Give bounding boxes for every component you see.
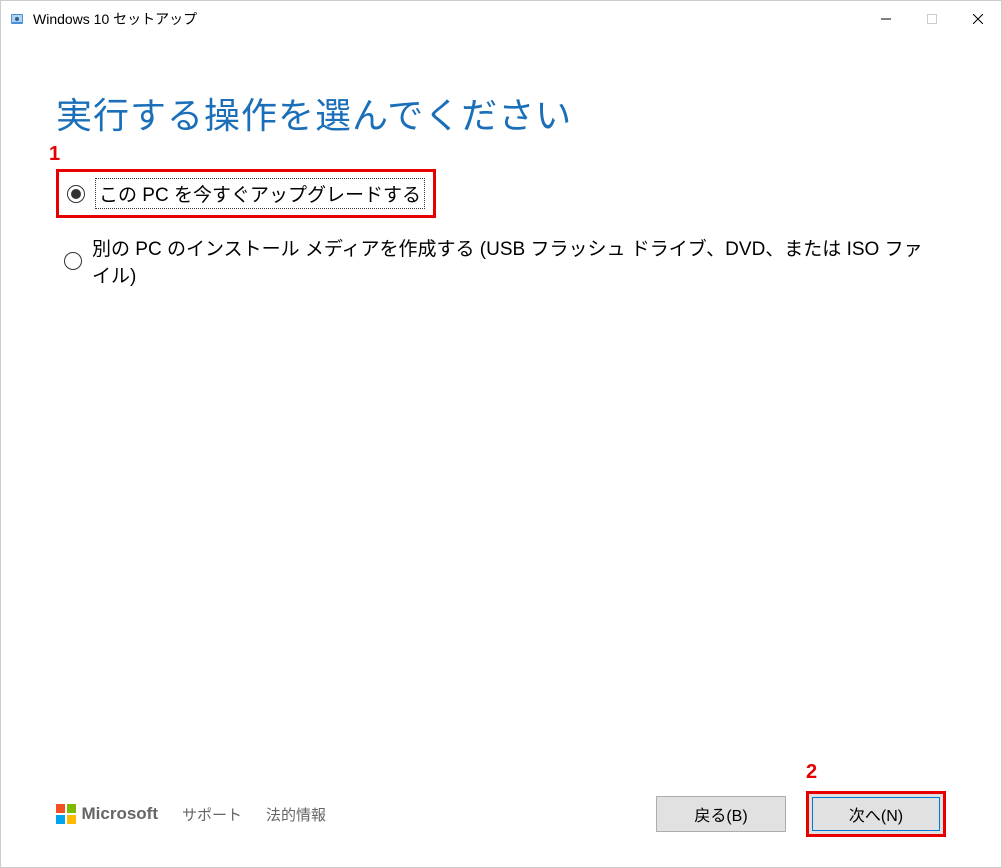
window-title: Windows 10 セットアップ — [33, 9, 197, 29]
option-label: この PC を今すぐアップグレードする — [95, 178, 425, 209]
app-icon — [9, 11, 25, 27]
annotation-number-2: 2 — [806, 761, 817, 784]
next-button[interactable]: 次へ(N) — [806, 791, 946, 837]
legal-link[interactable]: 法的情報 — [266, 804, 326, 825]
option-label: 別の PC のインストール メディアを作成する (USB フラッシュ ドライブ、… — [92, 234, 938, 288]
window-controls — [863, 3, 1001, 35]
microsoft-text: Microsoft — [82, 804, 159, 824]
option-wrapper-2: 別の PC のインストール メディアを作成する (USB フラッシュ ドライブ、… — [56, 228, 946, 294]
footer-right: 戻る(B) 2 次へ(N) — [656, 791, 946, 837]
option-wrapper-1: 1 この PC を今すぐアップグレードする — [56, 169, 946, 218]
support-link[interactable]: サポート — [182, 804, 242, 825]
options-group: 1 この PC を今すぐアップグレードする 別の PC のインストール メディア… — [56, 169, 946, 294]
option-create-media[interactable]: 別の PC のインストール メディアを作成する (USB フラッシュ ドライブ、… — [56, 228, 946, 294]
titlebar: Windows 10 セットアップ — [1, 1, 1001, 37]
close-button[interactable] — [955, 3, 1001, 35]
annotation-number-1: 1 — [49, 143, 60, 166]
back-button[interactable]: 戻る(B) — [656, 796, 786, 832]
maximize-button — [909, 3, 955, 35]
microsoft-logo-icon — [56, 804, 76, 824]
next-button-wrapper: 2 次へ(N) — [806, 791, 946, 837]
titlebar-left: Windows 10 セットアップ — [9, 9, 197, 29]
next-button-inner: 次へ(N) — [812, 797, 940, 831]
footer: Microsoft サポート 法的情報 戻る(B) 2 次へ(N) — [1, 791, 1001, 837]
minimize-button[interactable] — [863, 3, 909, 35]
radio-icon — [64, 252, 82, 270]
page-heading: 実行する操作を選んでください — [56, 87, 946, 139]
content-area: 実行する操作を選んでください 1 この PC を今すぐアップグレードする 別の … — [1, 37, 1001, 294]
radio-icon — [67, 185, 85, 203]
footer-left: Microsoft サポート 法的情報 — [56, 804, 326, 825]
option-upgrade-now[interactable]: この PC を今すぐアップグレードする — [56, 169, 436, 218]
microsoft-logo: Microsoft — [56, 804, 158, 824]
